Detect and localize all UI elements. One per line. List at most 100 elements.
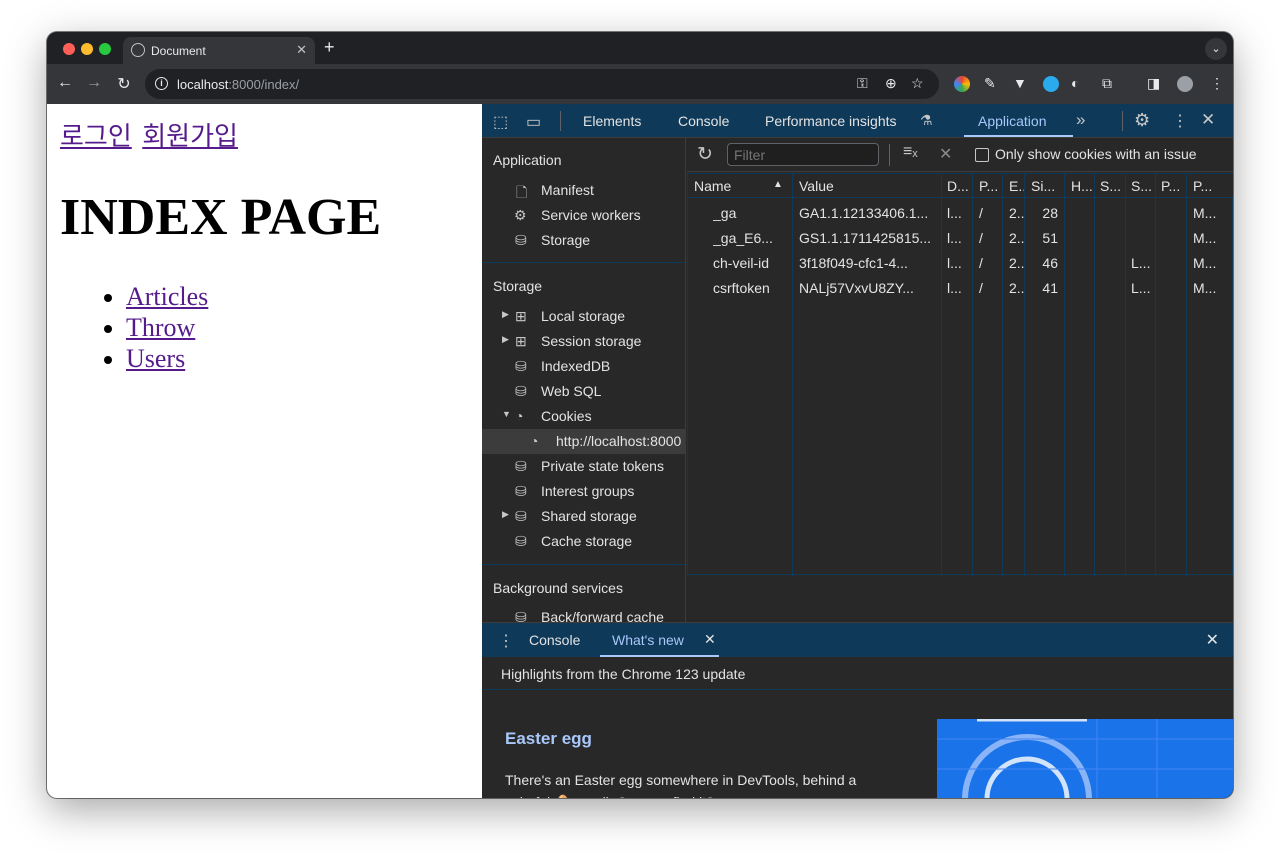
table-icon: ⊞: [515, 333, 527, 349]
column-header-expires[interactable]: E...: [1009, 178, 1025, 194]
forward-icon[interactable]: →: [84, 74, 104, 92]
refresh-icon[interactable]: ↻: [697, 143, 713, 166]
highlights-text: Highlights from the Chrome 123 update: [501, 666, 746, 682]
sidebar-item-local-storage[interactable]: ▶ ⊞ Local storage: [482, 304, 685, 329]
inspect-element-icon[interactable]: ⬚: [493, 112, 508, 132]
close-drawer-icon[interactable]: ✕: [1206, 630, 1219, 650]
table-row[interactable]: csrftoken NALj57VxvU8ZY... l... / 2... 4…: [688, 276, 1233, 301]
telegram-extension-icon[interactable]: [1043, 76, 1059, 92]
minimize-window-button[interactable]: [81, 43, 93, 55]
sidebar-item-session-storage[interactable]: ▶ ⊞ Session storage: [482, 329, 685, 354]
close-tab-icon[interactable]: ✕: [704, 631, 716, 648]
maximize-window-button[interactable]: [99, 43, 111, 55]
profile-avatar[interactable]: [1177, 76, 1193, 92]
throw-link[interactable]: Throw: [126, 313, 195, 342]
column-header-name[interactable]: Name: [694, 178, 784, 194]
database-icon: ⛁: [515, 383, 527, 399]
sidebar-item-service-workers[interactable]: ⚙ Service workers: [482, 203, 685, 228]
column-header-domain[interactable]: D...: [947, 178, 971, 194]
close-devtools-icon[interactable]: ✕: [1201, 110, 1215, 130]
color-picker-extension-icon[interactable]: [954, 76, 970, 92]
cookie-icon: ◔: [530, 433, 539, 449]
column-header-secure[interactable]: S...: [1100, 178, 1124, 194]
vue-extension-icon[interactable]: ▼: [1013, 75, 1027, 91]
drawer-tab-whats-new[interactable]: What's new: [612, 632, 684, 648]
tab-application[interactable]: Application: [978, 113, 1047, 129]
drawer-menu-icon[interactable]: ⋮: [498, 631, 514, 651]
reload-icon[interactable]: ↻: [114, 74, 134, 94]
sidebar-item-cookies[interactable]: ▼ ◔ Cookies: [482, 404, 685, 429]
login-link[interactable]: 로그인: [60, 122, 132, 151]
sidebar-item-indexeddb[interactable]: ⛁ IndexedDB: [482, 354, 685, 379]
browser-menu-icon[interactable]: ⋮: [1210, 75, 1224, 92]
only-issues-checkbox[interactable]: [975, 148, 989, 162]
settings-gear-icon[interactable]: ⚙: [1134, 110, 1150, 131]
eyedropper-extension-icon[interactable]: ✎: [984, 75, 996, 92]
article-title[interactable]: Easter egg: [505, 729, 592, 749]
divider: [482, 564, 685, 565]
sidebar-item-web-sql[interactable]: ⛁ Web SQL: [482, 379, 685, 404]
sidebar-item-cache-storage[interactable]: ⛁ Cache storage: [482, 529, 685, 554]
sidebar-item-interest-groups[interactable]: ⛁ Interest groups: [482, 479, 685, 504]
web-page: 로그인 회원가입 INDEX PAGE Articles Throw Users: [47, 104, 482, 798]
sidebar-item-storage[interactable]: ⛁ Storage: [482, 228, 685, 253]
column-header-samesite[interactable]: S...: [1131, 178, 1155, 194]
cookie-icon: ◔: [515, 408, 524, 424]
column-header-path[interactable]: P...: [979, 178, 1003, 194]
channel-extension-icon[interactable]: ◐: [1071, 75, 1079, 91]
tab-console[interactable]: Console: [678, 113, 729, 129]
close-window-button[interactable]: [63, 43, 75, 55]
chrome-logo-outline-icon: [937, 719, 1233, 798]
new-tab-button[interactable]: +: [324, 37, 335, 58]
customize-menu-icon[interactable]: ⋮: [1172, 111, 1188, 131]
delete-selected-icon[interactable]: ✕: [939, 144, 952, 164]
zoom-icon[interactable]: ⊕: [885, 75, 897, 92]
sidebar-item-shared-storage[interactable]: ▶ ⛁ Shared storage: [482, 504, 685, 529]
table-row[interactable]: ch-veil-id 3f18f049-cfc1-4... l... / 2..…: [688, 251, 1233, 276]
side-panel-icon[interactable]: ◨: [1147, 75, 1160, 92]
key-icon[interactable]: ⚿: [857, 75, 868, 92]
sidebar-item-manifest[interactable]: 🗋 Manifest: [482, 178, 685, 203]
more-tabs-icon[interactable]: »: [1076, 110, 1085, 130]
bookmark-star-icon[interactable]: ☆: [911, 75, 924, 92]
tab-elements[interactable]: Elements: [583, 113, 641, 129]
list-item: Throw: [126, 313, 208, 344]
table-header: Name ▲ Value D... P... E... Si... H... S…: [688, 174, 1233, 198]
chrome-update-illustration[interactable]: [937, 719, 1233, 798]
database-icon: ⛁: [515, 458, 527, 474]
site-info-icon[interactable]: i: [155, 77, 168, 90]
expand-arrow-icon[interactable]: ▶: [502, 509, 509, 520]
expand-arrow-icon[interactable]: ▶: [502, 334, 509, 345]
extensions-puzzle-icon[interactable]: ⧉: [1102, 75, 1112, 92]
column-header-priority[interactable]: P...: [1193, 178, 1229, 194]
url-text[interactable]: localhost:8000/index/: [177, 77, 299, 92]
drawer-tab-console[interactable]: Console: [529, 632, 580, 648]
sidebar-item-cookie-origin[interactable]: ◔ http://localhost:8000: [482, 429, 685, 454]
list-item: Users: [126, 344, 208, 375]
sidebar-item-private-state-tokens[interactable]: ⛁ Private state tokens: [482, 454, 685, 479]
signup-link[interactable]: 회원가입: [142, 122, 238, 151]
users-link[interactable]: Users: [126, 344, 185, 373]
sidebar-item-back-forward-cache[interactable]: ⛁ Back/forward cache: [482, 605, 685, 622]
column-header-httponly[interactable]: H...: [1071, 178, 1095, 194]
drawer-tabbar: ⋮ Console What's new ✕ ✕: [482, 622, 1233, 657]
column-header-partition-key[interactable]: P...: [1161, 178, 1185, 194]
cookie-filter-input[interactable]: [727, 143, 879, 166]
clear-all-cookies-icon[interactable]: ≡ₓ: [903, 143, 918, 161]
table-row[interactable]: _ga GA1.1.12133406.1... l... / 2... 28 M…: [688, 201, 1233, 226]
tab-search-button[interactable]: ⌄: [1205, 38, 1227, 60]
column-header-value[interactable]: Value: [799, 178, 834, 194]
address-bar[interactable]: i localhost:8000/index/ ⚿ ⊕ ☆: [145, 69, 939, 99]
device-toolbar-icon[interactable]: ▭: [526, 112, 541, 132]
column-header-size[interactable]: Si...: [1031, 178, 1061, 194]
tab-performance-insights[interactable]: Performance insights: [765, 113, 897, 129]
articles-link[interactable]: Articles: [126, 282, 208, 311]
back-icon[interactable]: ←: [55, 74, 75, 92]
browser-tab[interactable]: Document ✕: [123, 37, 315, 64]
cookies-table: Name ▲ Value D... P... E... Si... H... S…: [687, 173, 1233, 576]
close-tab-icon[interactable]: ✕: [296, 42, 307, 58]
expand-arrow-icon[interactable]: ▶: [502, 309, 509, 320]
collapse-arrow-icon[interactable]: ▼: [502, 409, 511, 419]
table-row[interactable]: _ga_E6... GS1.1.1711425815... l... / 2..…: [688, 226, 1233, 251]
database-icon: ⛁: [515, 533, 527, 549]
